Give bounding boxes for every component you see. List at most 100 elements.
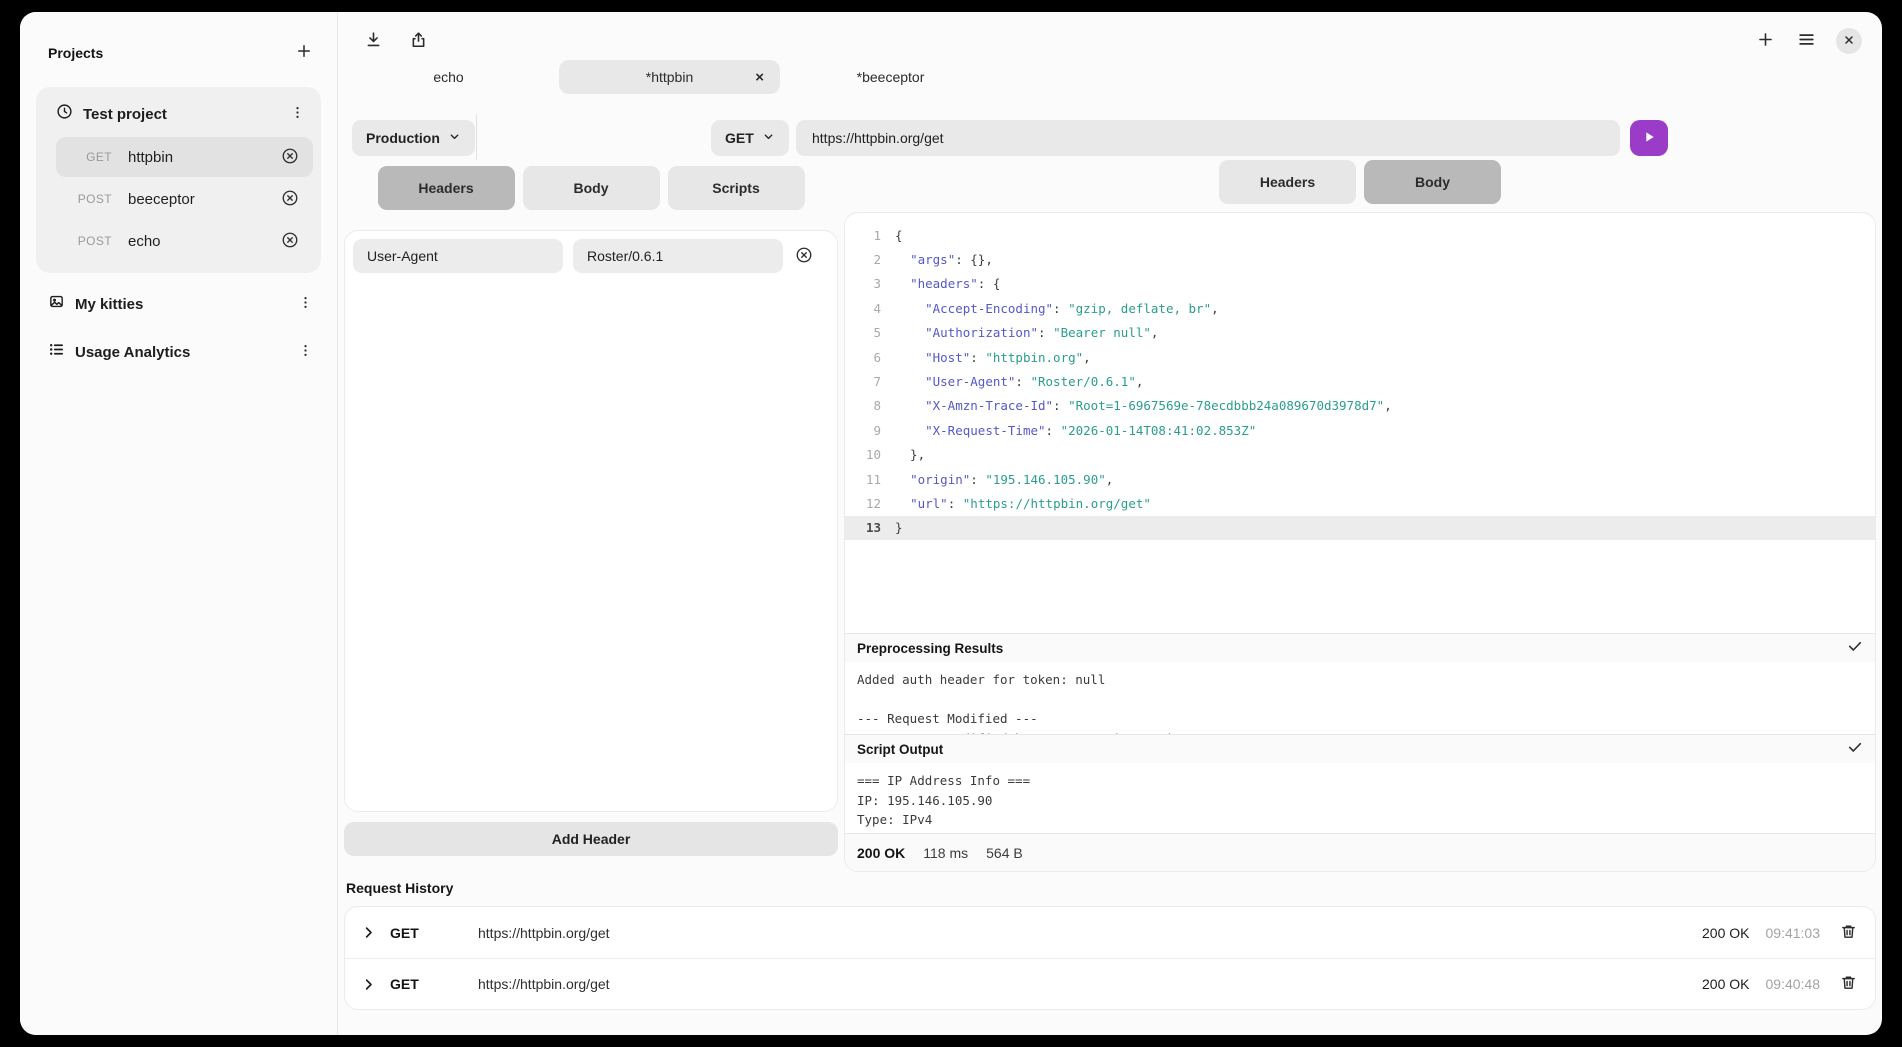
send-button[interactable]: [1630, 120, 1668, 156]
tab-request-scripts[interactable]: Scripts: [668, 166, 805, 210]
project-item-beeceptor[interactable]: POST beeceptor: [56, 179, 313, 219]
code-line[interactable]: 2 "args": {},: [845, 247, 1875, 271]
check-icon: [1847, 739, 1863, 760]
chevron-right-icon[interactable]: [361, 977, 376, 992]
project-menu-button[interactable]: [288, 103, 307, 125]
delete-history-button[interactable]: [1838, 921, 1859, 945]
usage-analytics-menu-button[interactable]: [296, 341, 315, 363]
project-item-list: GEThttpbin POST beeceptor POSTecho: [44, 137, 313, 261]
sidebar-item-my-kitties[interactable]: My kitties: [20, 287, 337, 321]
code-line[interactable]: 5 "Authorization": "Bearer null",: [845, 321, 1875, 345]
project-item-echo[interactable]: POSTecho: [56, 221, 313, 261]
line-number: 1: [845, 228, 881, 243]
chevron-right-icon[interactable]: [361, 925, 376, 940]
add-header-button[interactable]: Add Header: [344, 822, 838, 856]
new-tab-button[interactable]: [1754, 28, 1777, 54]
project-header[interactable]: Test project: [44, 97, 313, 135]
tab-echo[interactable]: echo: [338, 60, 559, 94]
download-icon: [364, 30, 383, 52]
request-name-label: beeceptor: [128, 191, 279, 208]
response-panel-tabs: Headers Body: [844, 160, 1876, 204]
sidebar-item-usage-analytics[interactable]: Usage Analytics: [20, 335, 337, 369]
remove-request-button[interactable]: [279, 145, 301, 170]
environment-select[interactable]: Production: [352, 120, 475, 156]
history-row[interactable]: GEThttps://httpbin.org/get200 OK09:41:03: [345, 907, 1875, 958]
line-number: 5: [845, 325, 881, 340]
remove-request-button[interactable]: [279, 187, 301, 212]
hamburger-icon: [1797, 30, 1816, 52]
tab-label: *beeceptor: [857, 69, 925, 85]
code-content: "X-Amzn-Trace-Id": "Root=1-6967569e-78ec…: [895, 398, 1392, 413]
close-icon: [1843, 34, 1855, 49]
code-line[interactable]: 9 "X-Request-Time": "2026-01-14T08:41:02…: [845, 418, 1875, 442]
tab-httpbin[interactable]: *httpbin ×: [559, 60, 780, 94]
delete-history-button[interactable]: [1838, 972, 1859, 996]
project-item-httpbin[interactable]: GEThttpbin: [56, 137, 313, 177]
code-line[interactable]: 8 "X-Amzn-Trace-Id": "Root=1-6967569e-78…: [845, 394, 1875, 418]
tab-response-headers[interactable]: Headers: [1219, 160, 1356, 204]
image-icon: [48, 293, 65, 315]
circle-x-icon: [281, 189, 299, 210]
code-line[interactable]: 10 },: [845, 443, 1875, 467]
preprocessing-output: Added auth header for token: null --- Re…: [845, 662, 1875, 734]
export-button[interactable]: [407, 28, 430, 54]
code-content: "headers": {: [895, 276, 1000, 291]
sidebar: Projects Test project GEThttpbin POST: [20, 12, 338, 1035]
circle-x-icon: [281, 231, 299, 252]
trash-icon: [1840, 974, 1857, 994]
tab-request-headers[interactable]: Headers: [378, 166, 515, 210]
environment-value: Production: [366, 130, 440, 146]
line-number: 8: [845, 398, 881, 413]
history-row[interactable]: GEThttps://httpbin.org/get200 OK09:40:48: [345, 958, 1875, 1009]
script-output-section-header: Script Output: [845, 734, 1875, 763]
preprocessing-section-header: Preprocessing Results: [845, 633, 1875, 662]
response-body-code[interactable]: 1{2 "args": {},3 "headers": {4 "Accept-E…: [845, 213, 1875, 633]
history-url: https://httpbin.org/get: [478, 925, 1702, 941]
plus-icon: [1756, 30, 1775, 52]
history-status: 200 OK: [1702, 925, 1749, 941]
response-status-bar: 200 OK 118 ms 564 B: [845, 833, 1875, 871]
tab-response-body[interactable]: Body: [1364, 160, 1501, 204]
code-line[interactable]: 13}: [845, 516, 1875, 540]
response-card: 1{2 "args": {},3 "headers": {4 "Accept-E…: [844, 212, 1876, 872]
request-history-list: GET https://httpbin.org/get200 OK 09:41:03…: [344, 906, 1876, 1010]
code-line[interactable]: 12 "url": "https://httpbin.org/get": [845, 491, 1875, 515]
code-line[interactable]: 7 "User-Agent": "Roster/0.6.1",: [845, 369, 1875, 393]
code-content: "Authorization": "Bearer null",: [895, 325, 1158, 340]
code-line[interactable]: 4 "Accept-Encoding": "gzip, deflate, br"…: [845, 296, 1875, 320]
url-input[interactable]: [796, 120, 1620, 156]
request-name-label: httpbin: [128, 149, 279, 166]
script-output: === IP Address Info === IP: 195.146.105.…: [845, 763, 1875, 833]
history-method: GET: [390, 976, 432, 992]
code-line[interactable]: 1{: [845, 223, 1875, 247]
request-method-label: POST: [66, 192, 112, 206]
tab-label: *httpbin: [646, 69, 693, 85]
main-area: echo *httpbin × *beeceptor Production GET: [338, 12, 1882, 1035]
remove-header-button[interactable]: [793, 244, 815, 269]
import-button[interactable]: [362, 28, 385, 54]
circle-x-icon: [795, 246, 813, 267]
header-key-input[interactable]: [353, 239, 563, 273]
history-time: 09:41:03: [1766, 925, 1821, 941]
app-window: Projects Test project GEThttpbinPOST: [20, 12, 1882, 1035]
request-panel-tabs: Headers Body Scripts: [344, 166, 838, 210]
my-kitties-menu-button[interactable]: [296, 293, 315, 315]
tab-beeceptor[interactable]: *beeceptor: [780, 60, 1001, 94]
request-tabs: echo *httpbin × *beeceptor: [338, 60, 1882, 94]
close-window-button[interactable]: [1836, 28, 1862, 54]
code-line[interactable]: 6 "Host": "httpbin.org",: [845, 345, 1875, 369]
line-number: 7: [845, 374, 881, 389]
code-line[interactable]: 11 "origin": "195.146.105.90",: [845, 467, 1875, 491]
method-value: GET: [725, 130, 754, 146]
header-value-input[interactable]: [573, 239, 783, 273]
remove-request-button[interactable]: [279, 229, 301, 254]
chevron-down-icon: [448, 130, 461, 146]
sidebar-title: Projects: [48, 45, 103, 61]
tab-request-body[interactable]: Body: [523, 166, 660, 210]
code-line[interactable]: 3 "headers": {: [845, 272, 1875, 296]
code-content: "User-Agent": "Roster/0.6.1",: [895, 374, 1143, 389]
close-tab-icon[interactable]: ×: [755, 70, 764, 85]
method-select[interactable]: GET: [711, 120, 789, 156]
add-project-button[interactable]: [293, 40, 315, 65]
menu-button[interactable]: [1795, 28, 1818, 54]
